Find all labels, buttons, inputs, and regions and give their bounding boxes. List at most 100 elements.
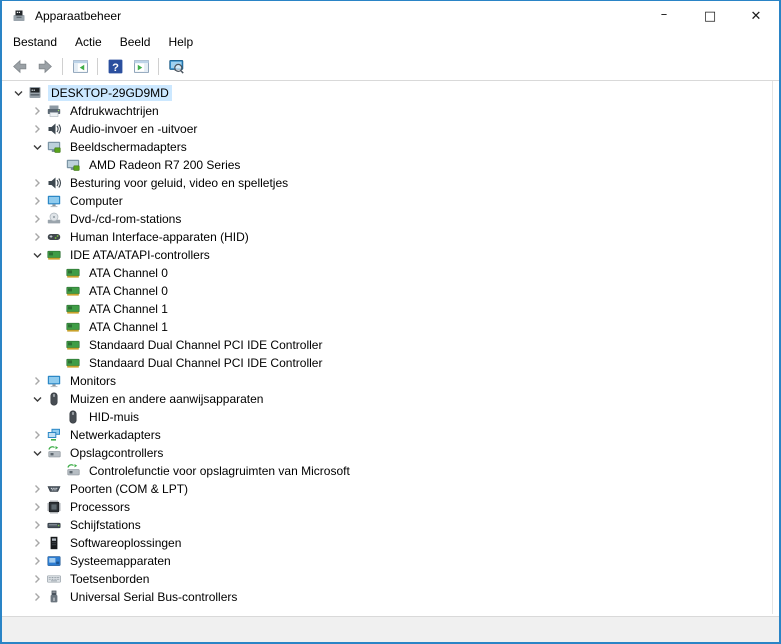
- chevron-collapsed-icon[interactable]: [29, 553, 46, 569]
- device-manager-window: Apparaatbeheer – □ ✕ Bestand Actie Beeld He…: [0, 0, 781, 644]
- tree-item[interactable]: AMD Radeon R7 200 Series: [2, 156, 779, 174]
- action-pane-toggle-button[interactable]: [128, 55, 154, 79]
- chevron-collapsed-icon[interactable]: [29, 499, 46, 515]
- chevron-collapsed-icon[interactable]: [29, 193, 46, 209]
- software-component-icon: [46, 535, 62, 551]
- tree-item[interactable]: ATA Channel 0: [2, 264, 779, 282]
- ide-controller-icon: [65, 337, 81, 353]
- chevron-expanded-icon[interactable]: [29, 391, 46, 407]
- close-button[interactable]: ✕: [733, 1, 779, 31]
- device-manager-app-icon[interactable]: [11, 8, 27, 24]
- tree-item[interactable]: IDE ATA/ATAPI-controllers: [2, 246, 779, 264]
- tree-item-label: Audio-invoer en -uitvoer: [70, 122, 198, 136]
- chevron-collapsed-icon[interactable]: [29, 229, 46, 245]
- help-button[interactable]: ?: [102, 55, 128, 79]
- tree-item[interactable]: Dvd-/cd-rom-stations: [2, 210, 779, 228]
- device-tree: DESKTOP-29GD9MD Afdrukwachtrijen Audio-inv…: [2, 81, 779, 606]
- menu-actie[interactable]: Actie: [66, 32, 111, 52]
- chevron-collapsed-icon[interactable]: [29, 481, 46, 497]
- disk-drive-icon: [46, 517, 62, 533]
- chevron-collapsed-icon[interactable]: [29, 571, 46, 587]
- menu-help[interactable]: Help: [159, 32, 202, 52]
- chevron-expanded-icon[interactable]: [29, 445, 46, 461]
- tree-item[interactable]: Processors: [2, 498, 779, 516]
- tree-item[interactable]: Human Interface-apparaten (HID): [2, 228, 779, 246]
- tree-item[interactable]: Netwerkadapters: [2, 426, 779, 444]
- tree-item[interactable]: Systeemapparaten: [2, 552, 779, 570]
- tree-item-label: Controlefunctie voor opslagruimten van M…: [89, 464, 350, 478]
- ide-controller-icon: [65, 283, 81, 299]
- tree-item[interactable]: Schijfstations: [2, 516, 779, 534]
- tree-item[interactable]: Beeldschermadapters: [2, 138, 779, 156]
- tree-item[interactable]: Controlefunctie voor opslagruimten van M…: [2, 462, 779, 480]
- forward-button[interactable]: [32, 55, 58, 79]
- processor-icon: [46, 499, 62, 515]
- console-tree-toggle-button[interactable]: [67, 55, 93, 79]
- tree-item[interactable]: Toetsenborden: [2, 570, 779, 588]
- tree-item[interactable]: Besturing voor geluid, video en spelletj…: [2, 174, 779, 192]
- tree-item[interactable]: Computer: [2, 192, 779, 210]
- tree-item-label: Human Interface-apparaten (HID): [70, 230, 249, 244]
- tree-item[interactable]: Softwareoplossingen: [2, 534, 779, 552]
- tree-item[interactable]: Universal Serial Bus-controllers: [2, 588, 779, 606]
- maximize-button[interactable]: □: [687, 1, 733, 31]
- tree-item[interactable]: Opslagcontrollers: [2, 444, 779, 462]
- tree-item-label: ATA Channel 1: [89, 302, 168, 316]
- tree-item[interactable]: Monitors: [2, 372, 779, 390]
- svg-text:?: ?: [112, 62, 119, 74]
- display-adapter-icon: [46, 139, 62, 155]
- scan-hardware-changes-button[interactable]: [163, 55, 189, 79]
- toolbar-separator: [97, 58, 98, 75]
- computer-root-icon: [27, 85, 43, 101]
- storage-controller-icon: [65, 463, 81, 479]
- chevron-collapsed-icon[interactable]: [29, 535, 46, 551]
- tree-item-label: Monitors: [70, 374, 117, 388]
- chevron-expanded-icon[interactable]: [10, 85, 27, 101]
- tree-item-label: Netwerkadapters: [70, 428, 161, 442]
- toolbar-separator: [158, 58, 159, 75]
- serial-port-icon: [46, 481, 62, 497]
- chevron-expanded-icon[interactable]: [29, 247, 46, 263]
- printer-icon: [46, 103, 62, 119]
- chevron-collapsed-icon[interactable]: [29, 121, 46, 137]
- minimize-button[interactable]: –: [641, 1, 687, 31]
- tree-item[interactable]: Afdrukwachtrijen: [2, 102, 779, 120]
- tree-item[interactable]: Audio-invoer en -uitvoer: [2, 120, 779, 138]
- tree-item[interactable]: Standaard Dual Channel PCI IDE Controlle…: [2, 336, 779, 354]
- tree-item[interactable]: ATA Channel 0: [2, 282, 779, 300]
- tree-item-label: ATA Channel 1: [89, 320, 168, 334]
- usb-controller-icon: [46, 589, 62, 605]
- tree-item-label: Universal Serial Bus-controllers: [70, 590, 238, 604]
- chevron-collapsed-icon[interactable]: [29, 589, 46, 605]
- tree-item-label: Schijfstations: [70, 518, 141, 532]
- tree-item-label: IDE ATA/ATAPI-controllers: [70, 248, 210, 262]
- tree-item[interactable]: Standaard Dual Channel PCI IDE Controlle…: [2, 354, 779, 372]
- tree-item[interactable]: HID-muis: [2, 408, 779, 426]
- tree-item[interactable]: Poorten (COM & LPT): [2, 480, 779, 498]
- chevron-collapsed-icon[interactable]: [29, 373, 46, 389]
- back-button[interactable]: [6, 55, 32, 79]
- menu-bestand[interactable]: Bestand: [4, 32, 66, 52]
- menu-beeld[interactable]: Beeld: [111, 32, 160, 52]
- toolbar: ?: [2, 53, 779, 81]
- chevron-collapsed-icon[interactable]: [29, 427, 46, 443]
- tree-item[interactable]: DESKTOP-29GD9MD: [2, 84, 779, 102]
- tree-item-label: Muizen en andere aanwijsapparaten: [70, 392, 264, 406]
- status-bar: [2, 616, 779, 642]
- monitor-icon: [46, 193, 62, 209]
- tree-item[interactable]: Muizen en andere aanwijsapparaten: [2, 390, 779, 408]
- chevron-collapsed-icon[interactable]: [29, 175, 46, 191]
- chevron-collapsed-icon[interactable]: [29, 517, 46, 533]
- tree-item-label: Computer: [70, 194, 123, 208]
- chevron-expanded-icon[interactable]: [29, 139, 46, 155]
- tree-item[interactable]: ATA Channel 1: [2, 300, 779, 318]
- mouse-icon: [65, 409, 81, 425]
- title-bar[interactable]: Apparaatbeheer – □ ✕: [2, 1, 779, 31]
- chevron-collapsed-icon[interactable]: [29, 103, 46, 119]
- ide-controller-icon: [65, 301, 81, 317]
- tree-item-label: Standaard Dual Channel PCI IDE Controlle…: [89, 356, 323, 370]
- chevron-collapsed-icon[interactable]: [29, 211, 46, 227]
- tree-item[interactable]: ATA Channel 1: [2, 318, 779, 336]
